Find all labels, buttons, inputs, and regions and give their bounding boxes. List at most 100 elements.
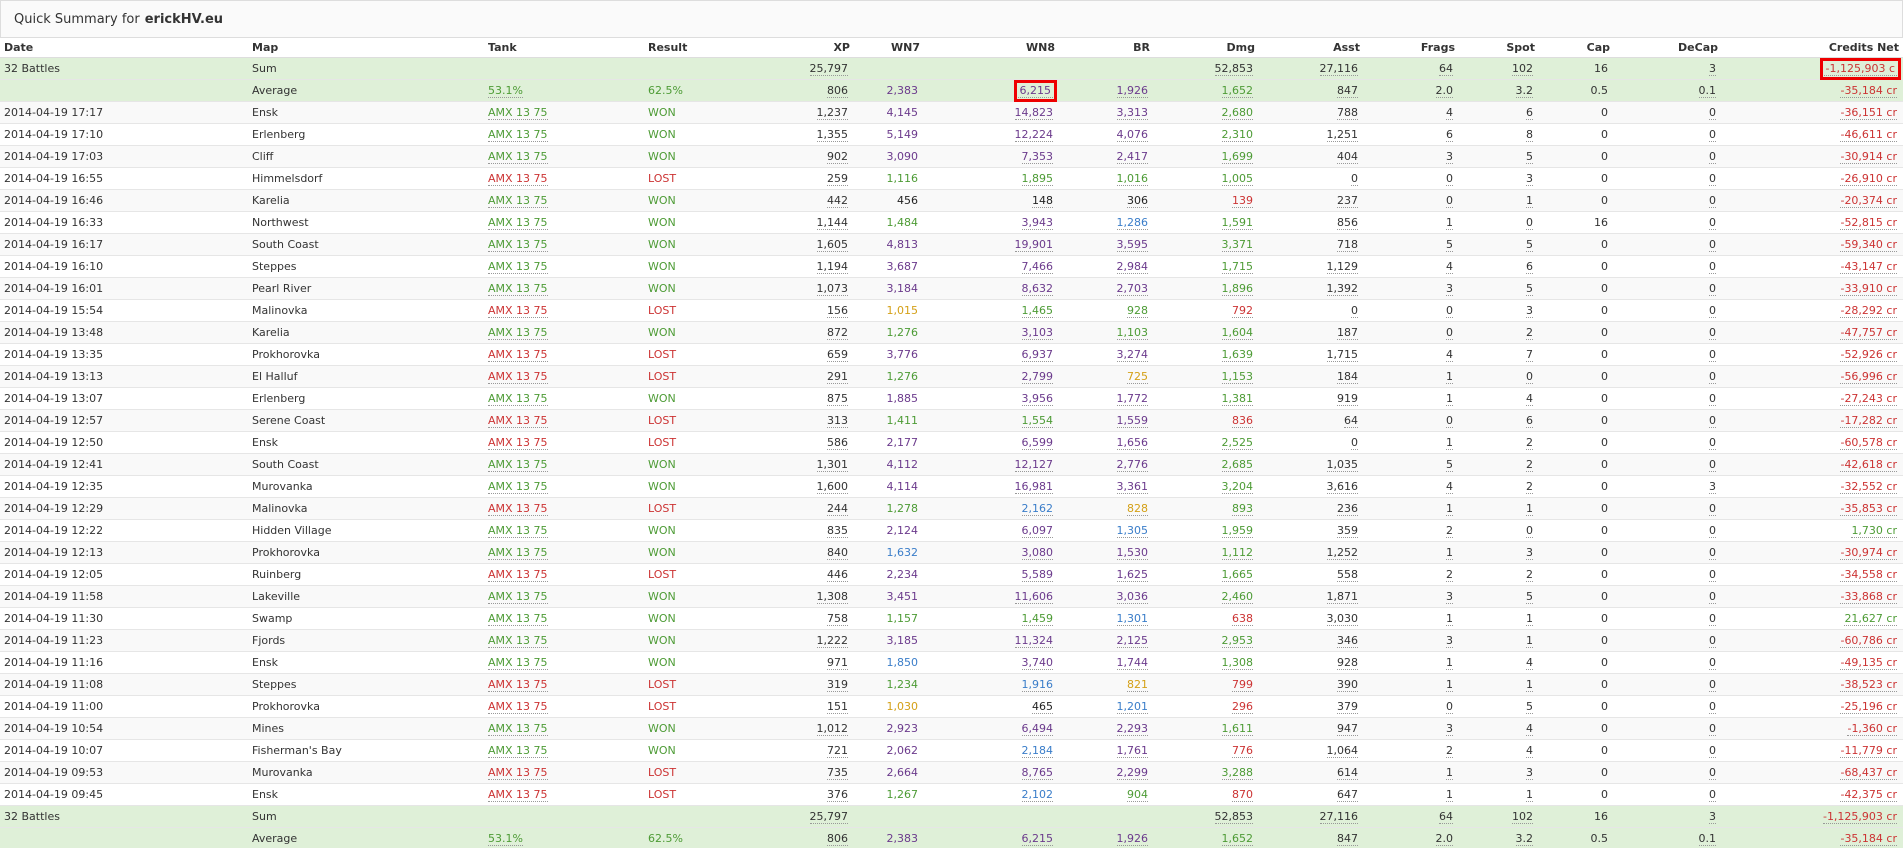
column-header-wn8[interactable]: WN8 — [924, 38, 1059, 58]
table-row[interactable]: 2014-04-19 13:35 Prokhorovka AMX 13 75 LOST… — [0, 343, 1903, 366]
table-row[interactable]: 2014-04-19 16:01 Pearl River AMX 13 75 WON 1… — [0, 277, 1903, 300]
table-row[interactable]: 2014-04-19 16:46 Karelia AMX 13 75 WON 442 45… — [0, 189, 1903, 212]
table-row[interactable]: 2014-04-19 09:45 Ensk AMX 13 75 LOST 376 1,26… — [0, 783, 1903, 806]
tank-value[interactable]: AMX 13 75 — [488, 523, 548, 538]
tank-value[interactable]: AMX 13 75 — [488, 479, 548, 494]
tank-value[interactable]: AMX 13 75 — [488, 171, 548, 186]
tank-value[interactable]: AMX 13 75 — [488, 105, 548, 120]
table-row[interactable]: 2014-04-19 11:08 Steppes AMX 13 75 LOST 319 1… — [0, 673, 1903, 696]
tank-value[interactable]: AMX 13 75 — [488, 787, 548, 802]
tank-value[interactable]: AMX 13 75 — [488, 457, 548, 472]
tank-value[interactable]: AMX 13 75 — [488, 435, 548, 450]
cell-wn8: 1,554 — [924, 409, 1059, 432]
cell-frags: 1 — [1364, 541, 1459, 564]
tank-value[interactable]: AMX 13 75 — [488, 721, 548, 736]
column-header-dmg[interactable]: Dmg — [1154, 38, 1259, 58]
cell-br: 306 — [1059, 189, 1154, 212]
table-row[interactable]: 2014-04-19 12:22 Hidden Village AMX 13 75 W… — [0, 519, 1903, 542]
table-row[interactable]: 2014-04-19 11:00 Prokhorovka AMX 13 75 LOST… — [0, 695, 1903, 718]
table-row[interactable]: 2014-04-19 12:13 Prokhorovka AMX 13 75 WON 8… — [0, 541, 1903, 564]
cell-br — [1059, 805, 1154, 828]
table-row[interactable]: 2014-04-19 15:54 Malinovka AMX 13 75 LOST 15… — [0, 299, 1903, 322]
tank-value[interactable]: AMX 13 75 — [488, 611, 548, 626]
tank-value[interactable]: AMX 13 75 — [488, 567, 548, 582]
tank-value[interactable]: 53.1% — [488, 831, 523, 846]
table-row[interactable]: 2014-04-19 11:58 Lakeville AMX 13 75 WON 1,3… — [0, 585, 1903, 608]
tank-value[interactable]: AMX 13 75 — [488, 259, 548, 274]
br-value: 1,016 — [1116, 171, 1148, 186]
tank-value[interactable]: AMX 13 75 — [488, 369, 548, 384]
tank-value[interactable]: AMX 13 75 — [488, 347, 548, 362]
tank-value[interactable]: AMX 13 75 — [488, 303, 548, 318]
dmg-value: 2,460 — [1221, 589, 1253, 604]
table-row[interactable]: 2014-04-19 10:54 Mines AMX 13 75 WON 1,012 2,… — [0, 717, 1903, 740]
cell-tank: AMX 13 75 — [484, 409, 644, 432]
table-row[interactable]: 2014-04-19 17:10 Erlenberg AMX 13 75 WON 1,3… — [0, 123, 1903, 146]
table-row[interactable]: 2014-04-19 11:30 Swamp AMX 13 75 WON 758 1,15… — [0, 607, 1903, 630]
result-value: 62.5% — [648, 831, 683, 845]
table-row[interactable]: 2014-04-19 12:29 Malinovka AMX 13 75 LOST 24… — [0, 497, 1903, 520]
table-row[interactable]: 2014-04-19 11:23 Fjords AMX 13 75 WON 1,222 3… — [0, 629, 1903, 652]
table-row[interactable]: 2014-04-19 12:41 South Coast AMX 13 75 WON 1… — [0, 453, 1903, 476]
tank-value[interactable]: AMX 13 75 — [488, 501, 548, 516]
table-row[interactable]: 2014-04-19 17:03 Cliff AMX 13 75 WON 902 3,09… — [0, 145, 1903, 168]
table-row[interactable]: 2014-04-19 16:33 Northwest AMX 13 75 WON 1,1… — [0, 211, 1903, 234]
table-row[interactable]: 2014-04-19 09:53 Murovanka AMX 13 75 LOST 73… — [0, 761, 1903, 784]
tank-value[interactable]: AMX 13 75 — [488, 655, 548, 670]
column-header-result[interactable]: Result — [644, 38, 784, 58]
tank-value[interactable]: AMX 13 75 — [488, 391, 548, 406]
table-row[interactable]: 2014-04-19 13:07 Erlenberg AMX 13 75 WON 875… — [0, 387, 1903, 410]
column-header-spot[interactable]: Spot — [1459, 38, 1539, 58]
column-header-cap[interactable]: Cap — [1539, 38, 1614, 58]
date-value: 32 Battles — [4, 809, 60, 823]
table-row[interactable]: 2014-04-19 16:10 Steppes AMX 13 75 WON 1,194… — [0, 255, 1903, 278]
column-header-br[interactable]: BR — [1059, 38, 1154, 58]
table-row[interactable]: 2014-04-19 12:35 Murovanka AMX 13 75 WON 1,6… — [0, 475, 1903, 498]
table-row[interactable]: 2014-04-19 13:13 El Halluf AMX 13 75 LOST 29… — [0, 365, 1903, 388]
wn8-value: 1,895 — [1021, 171, 1053, 186]
table-row[interactable]: 2014-04-19 12:50 Ensk AMX 13 75 LOST 586 2,17… — [0, 431, 1903, 454]
column-header-date[interactable]: Date — [0, 38, 248, 58]
column-header-map[interactable]: Map — [248, 38, 484, 58]
table-row[interactable]: 2014-04-19 16:55 Himmelsdorf AMX 13 75 LOST… — [0, 167, 1903, 190]
table-row[interactable]: 2014-04-19 16:17 South Coast AMX 13 75 WON 1… — [0, 233, 1903, 256]
tank-value[interactable]: AMX 13 75 — [488, 127, 548, 142]
cell-result: WON — [644, 519, 784, 542]
table-row[interactable]: 2014-04-19 10:07 Fisherman's Bay AMX 13 75… — [0, 739, 1903, 762]
tank-value[interactable]: AMX 13 75 — [488, 215, 548, 230]
tank-value[interactable]: AMX 13 75 — [488, 413, 548, 428]
spot-value: 3 — [1526, 545, 1533, 560]
decap-value: 0 — [1709, 787, 1716, 802]
table-row[interactable]: 2014-04-19 11:16 Ensk AMX 13 75 WON 971 1,850… — [0, 651, 1903, 674]
table-row[interactable]: 2014-04-19 17:17 Ensk AMX 13 75 WON 1,237 4,1… — [0, 101, 1903, 124]
date-value: 2014-04-19 09:53 — [4, 765, 104, 779]
cell-result: WON — [644, 651, 784, 674]
column-header-tank[interactable]: Tank — [484, 38, 644, 58]
tank-value[interactable]: AMX 13 75 — [488, 545, 548, 560]
table-row[interactable]: 2014-04-19 12:05 Ruinberg AMX 13 75 LOST 446… — [0, 563, 1903, 586]
tank-value[interactable]: AMX 13 75 — [488, 633, 548, 648]
table-row[interactable]: 2014-04-19 13:48 Karelia AMX 13 75 WON 872 1,… — [0, 321, 1903, 344]
column-header-xp[interactable]: XP — [784, 38, 854, 58]
tank-value[interactable]: AMX 13 75 — [488, 325, 548, 340]
br-value: 2,703 — [1116, 281, 1148, 296]
tank-value[interactable]: AMX 13 75 — [488, 765, 548, 780]
tank-value[interactable]: AMX 13 75 — [488, 699, 548, 714]
xp-value: 25,797 — [809, 61, 848, 76]
tank-value[interactable]: AMX 13 75 — [488, 589, 548, 604]
column-header-frags[interactable]: Frags — [1364, 38, 1459, 58]
column-header-asst[interactable]: Asst — [1259, 38, 1364, 58]
tank-value[interactable]: AMX 13 75 — [488, 193, 548, 208]
decap-value: 3 — [1709, 809, 1716, 824]
frags-value: 3 — [1446, 633, 1453, 648]
tank-value[interactable]: AMX 13 75 — [488, 743, 548, 758]
table-row[interactable]: 2014-04-19 12:57 Serene Coast AMX 13 75 LOS… — [0, 409, 1903, 432]
column-header-credits[interactable]: Credits Net — [1722, 38, 1903, 58]
column-header-wn7[interactable]: WN7 — [854, 38, 924, 58]
column-header-decap[interactable]: DeCap — [1614, 38, 1722, 58]
tank-value[interactable]: 53.1% — [488, 83, 523, 98]
tank-value[interactable]: AMX 13 75 — [488, 281, 548, 296]
tank-value[interactable]: AMX 13 75 — [488, 149, 548, 164]
tank-value[interactable]: AMX 13 75 — [488, 237, 548, 252]
tank-value[interactable]: AMX 13 75 — [488, 677, 548, 692]
